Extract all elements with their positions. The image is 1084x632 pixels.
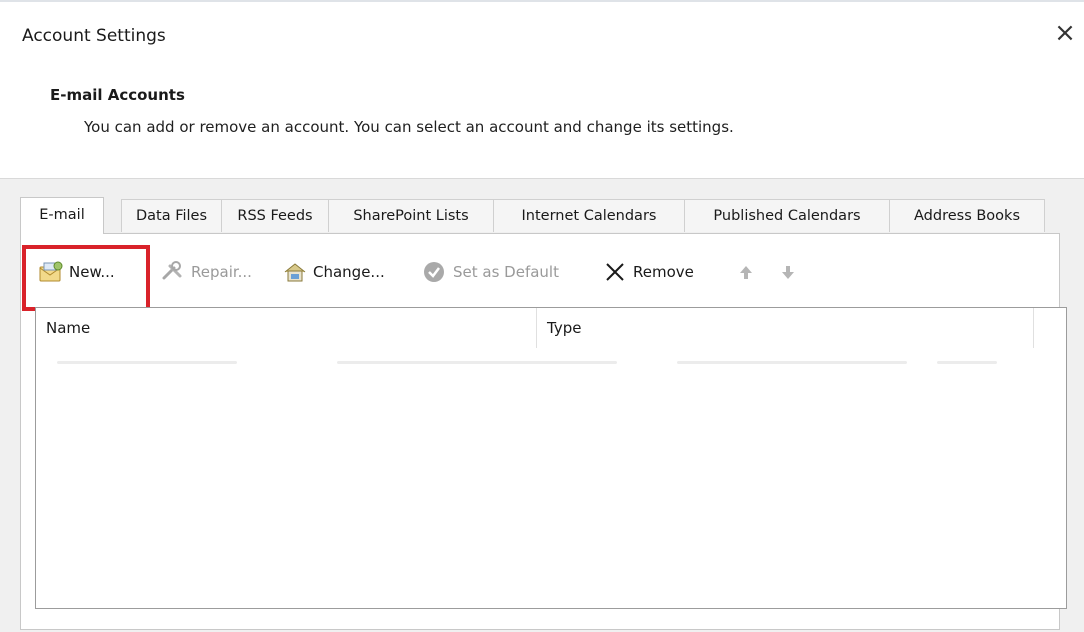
- tab-address-books[interactable]: Address Books: [889, 199, 1045, 232]
- new-account-label: New...: [69, 263, 115, 281]
- repair-tools-icon: [160, 260, 186, 284]
- new-account-button[interactable]: New...: [38, 256, 115, 288]
- change-label: Change...: [313, 263, 385, 281]
- section-description: You can add or remove an account. You ca…: [84, 118, 734, 136]
- tab-email[interactable]: E-mail: [20, 197, 104, 234]
- column-divider: [1033, 308, 1034, 348]
- accounts-list[interactable]: Name Type: [35, 307, 1067, 609]
- account-row[interactable]: [37, 349, 1037, 377]
- remove-button[interactable]: Remove: [602, 256, 694, 288]
- set-as-default-button[interactable]: Set as Default: [422, 256, 559, 288]
- close-icon[interactable]: ×: [1050, 16, 1080, 50]
- redacted-text: [57, 361, 237, 364]
- dialog-header: Account Settings × E-mail Accounts You c…: [0, 2, 1084, 179]
- remove-x-icon: [602, 260, 628, 284]
- move-up-button[interactable]: [736, 256, 761, 288]
- redacted-text: [337, 361, 617, 364]
- column-header-name[interactable]: Name: [36, 308, 536, 348]
- tab-published-calendars[interactable]: Published Calendars: [684, 199, 890, 232]
- set-as-default-label: Set as Default: [453, 263, 559, 281]
- arrow-down-icon: [778, 260, 798, 284]
- new-mail-icon: [38, 260, 64, 284]
- redacted-text: [937, 361, 997, 364]
- tab-internet-calendars[interactable]: Internet Calendars: [493, 199, 685, 232]
- tab-data-files[interactable]: Data Files: [121, 199, 222, 232]
- tab-sharepoint-lists[interactable]: SharePoint Lists: [328, 199, 494, 232]
- arrow-up-icon: [736, 260, 756, 284]
- window-title: Account Settings: [22, 26, 166, 46]
- tab-rss-feeds[interactable]: RSS Feeds: [221, 199, 329, 232]
- repair-button[interactable]: Repair...: [160, 256, 252, 288]
- change-account-icon: [282, 260, 308, 284]
- repair-label: Repair...: [191, 263, 252, 281]
- checkmark-circle-icon: [422, 260, 448, 284]
- remove-label: Remove: [633, 263, 694, 281]
- move-down-button[interactable]: [778, 256, 803, 288]
- redacted-text: [677, 361, 907, 364]
- account-toolbar: New... Repair... Change... Set as Defaul…: [20, 250, 920, 294]
- column-header-type[interactable]: Type: [537, 308, 1033, 348]
- section-title: E-mail Accounts: [50, 86, 185, 104]
- change-button[interactable]: Change...: [282, 256, 385, 288]
